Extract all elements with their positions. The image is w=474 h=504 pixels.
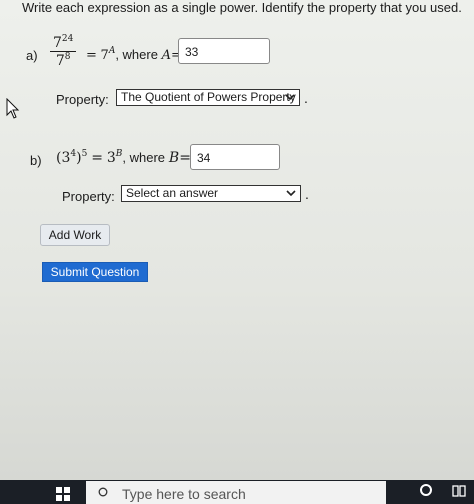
windows-start-icon[interactable] [56, 487, 70, 501]
part-a-label: a) [26, 48, 38, 63]
part-a-numerator: 724 [50, 35, 77, 52]
part-b-where: , where [122, 150, 166, 165]
part-a-where: , where [115, 47, 158, 62]
part-b-property-label: Property: [62, 189, 115, 204]
instruction-text: Write each expression as a single power.… [22, 0, 462, 15]
add-work-button[interactable]: Add Work [40, 224, 110, 246]
chevron-down-icon [286, 186, 296, 206]
mouse-cursor-icon [6, 98, 20, 119]
part-a-fraction: 724 78 [50, 35, 77, 70]
task-view-icon[interactable] [452, 485, 466, 497]
search-icon [98, 487, 108, 497]
part-a-property-label: Property: [56, 92, 109, 107]
part-a-denominator: 78 [55, 52, 71, 70]
part-a-equals: = [86, 48, 97, 63]
answer-a-input[interactable]: 33 [178, 38, 270, 64]
submit-question-button[interactable]: Submit Question [42, 262, 148, 282]
part-b-property-select[interactable]: Select an answer [121, 185, 301, 202]
part-b-equals: = [91, 150, 103, 166]
part-a-period: . [304, 90, 308, 106]
taskbar-search-placeholder: Type here to search [122, 486, 246, 502]
part-b-var: B [168, 150, 180, 166]
chevron-down-icon [285, 90, 295, 110]
part-a-property-value: The Quotient of Powers Property [121, 90, 296, 104]
part-b-period: . [305, 186, 309, 202]
part-b-equation: (34)5 = 3B, where B= [56, 149, 191, 167]
part-a-property-select[interactable]: The Quotient of Powers Property [116, 89, 300, 106]
question-page: Write each expression as a single power.… [0, 0, 474, 480]
part-b-lhs: (34)5 [56, 149, 88, 167]
part-a-rhs: 7A [100, 46, 116, 64]
part-b-property-value: Select an answer [126, 186, 219, 200]
part-b-rhs: 3B [106, 149, 123, 167]
answer-b-input[interactable]: 34 [190, 144, 280, 170]
part-a-equation: = 7A, where A= [86, 46, 182, 64]
cortana-icon[interactable] [420, 484, 432, 496]
part-b-label: b) [30, 153, 42, 168]
part-a-var: A [161, 48, 171, 63]
